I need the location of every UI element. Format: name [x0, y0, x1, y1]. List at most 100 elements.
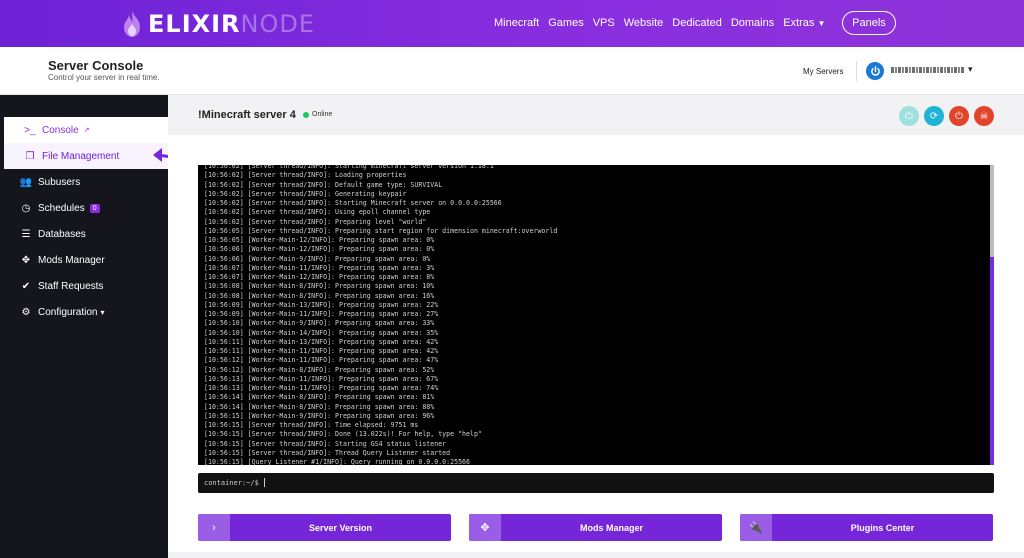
my-servers-link[interactable]: My Servers — [803, 67, 843, 76]
nav-link-extras[interactable]: Extras ▼ — [783, 17, 825, 29]
puzzle-icon: ✥ — [469, 514, 501, 541]
console-line: [10:56:14] [Worker-Main-8/INFO]: Prepari… — [204, 402, 435, 411]
console-line: [10:56:15] [Server thread/INFO]: Startin… — [204, 439, 447, 448]
plugins-center-label: Plugins Center — [850, 522, 915, 533]
nav-link-domains[interactable]: Domains — [731, 17, 774, 29]
page-header: Server Console Control your server in re… — [0, 47, 1024, 95]
external-link-icon: ↗ — [83, 127, 90, 134]
plugins-center-button[interactable]: 🔌 Plugins Center — [740, 514, 993, 541]
console-line: [10:56:02] [Server thread/INFO]: Startin… — [204, 199, 502, 207]
schedules-count-badge: 0 — [89, 203, 100, 213]
sidebar-item-label: Configuration — [38, 306, 98, 318]
chevron-right-icon: › — [198, 514, 230, 541]
nav-links: Minecraft Games VPS Website Dedicated Do… — [494, 17, 825, 29]
stop-button[interactable]: ⏻ — [949, 106, 969, 126]
status-badge: Online — [303, 111, 332, 118]
puzzle-icon: ✥ — [21, 254, 31, 266]
console-line: [10:56:06] [Worker-Main-9/INFO]: Prepari… — [204, 254, 431, 263]
mods-manager-label: Mods Manager — [579, 522, 643, 533]
files-icon: ❐ — [25, 150, 35, 162]
console-line: [10:56:15] [Server thread/INFO]: Thread … — [204, 448, 451, 457]
console-line: [10:56:02] [Server thread/INFO]: Generat… — [204, 189, 407, 198]
console-line: [10:56:07] [Worker-Main-11/INFO]: Prepar… — [204, 263, 435, 272]
console-line: [10:56:02] [Server thread/INFO]: Loading… — [204, 171, 407, 180]
console-line: [10:56:12] [Worker-Main-11/INFO]: Prepar… — [204, 356, 439, 365]
sidebar-item-configuration[interactable]: ⚙ Configuration ▾ — [0, 299, 168, 325]
nav-link-games[interactable]: Games — [548, 17, 583, 29]
bottom-strip — [168, 552, 1024, 558]
sidebar-item-console[interactable]: >_ Console ↗ — [4, 117, 168, 143]
console-line: [10:56:05] [Server thread/INFO]: Prepari… — [204, 226, 558, 235]
kill-button[interactable]: ☠ — [974, 106, 994, 126]
command-input[interactable]: container:~/$ — [198, 473, 994, 493]
sidebar-item-label: Schedules — [38, 202, 85, 214]
status-dot — [303, 111, 309, 118]
nav-link-minecraft[interactable]: Minecraft — [494, 17, 539, 29]
console-scrollbar-thumb[interactable] — [990, 257, 994, 465]
user-menu-chevron-icon[interactable]: ▾ — [968, 64, 973, 75]
chevron-down-icon: ▾ — [100, 307, 105, 317]
console-line: [10:56:02] [Server thread/INFO]: Using e… — [204, 208, 431, 217]
restart-button[interactable]: ⟳ — [924, 106, 944, 126]
terminal-icon: >_ — [24, 124, 36, 136]
console-line: [10:56:05] [Worker-Main-12/INFO]: Prepar… — [204, 236, 435, 244]
nav-link-website[interactable]: Website — [624, 17, 664, 29]
console-line: [10:56:15] [Query Listener #1/INFO]: Que… — [204, 458, 470, 465]
console-line: [10:56:08] [Worker-Main-8/INFO]: Prepari… — [204, 282, 435, 291]
server-version-label: Server Version — [308, 522, 373, 533]
sidebar-item-databases[interactable]: ☰ Databases — [0, 221, 168, 247]
nav-link-dedicated[interactable]: Dedicated — [672, 17, 722, 29]
sidebar-item-label: Mods Manager — [38, 254, 105, 266]
brand-logo[interactable]: ELIXIR NODE — [120, 9, 315, 39]
console-line: [10:56:09] [Worker-Main-13/INFO]: Prepar… — [204, 300, 439, 309]
sidebar-item-label: Subusers — [38, 176, 81, 188]
status-text: Online — [312, 111, 333, 118]
console-line: [10:56:14] [Worker-Main-8/INFO]: Prepari… — [204, 393, 435, 402]
brand-name-light: NODE — [240, 10, 316, 38]
user-name-redacted[interactable] — [891, 67, 965, 73]
console-line: [10:56:13] [Worker-Main-11/INFO]: Prepar… — [204, 374, 439, 383]
sidebar-item-subusers[interactable]: 👥 Subusers — [0, 169, 168, 195]
page-title: Server Console — [48, 58, 144, 73]
page-subtitle: Control your server in real time. — [48, 73, 160, 82]
sidebar-item-mods-manager[interactable]: ✥ Mods Manager — [0, 247, 168, 273]
flame-logo-icon — [124, 11, 140, 37]
text-cursor — [264, 478, 265, 487]
check-icon: ✔ — [21, 280, 31, 292]
user-avatar[interactable] — [866, 62, 884, 80]
console-line: [10:56:07] [Worker-Main-12/INFO]: Prepar… — [204, 273, 435, 281]
console-line: [10:56:06] [Worker-Main-12/INFO]: Prepar… — [204, 245, 435, 254]
sidebar-item-file-management[interactable]: ❐ File Management — [4, 143, 168, 169]
console-output[interactable]: [10:56:02] [Server thread/INFO]: Startin… — [198, 165, 994, 465]
start-button[interactable]: ⏻ — [899, 106, 919, 126]
sidebar-item-label: File Management — [42, 150, 120, 162]
stop-icon: ⏻ — [955, 110, 963, 122]
nav-link-vps[interactable]: VPS — [593, 17, 615, 29]
sidebar-item-label: Databases — [38, 228, 86, 240]
console-line: [10:56:15] [Server thread/INFO]: Time el… — [204, 421, 419, 429]
console-line: [10:56:13] [Worker-Main-11/INFO]: Prepar… — [204, 384, 439, 392]
console-line: [10:56:11] [Worker-Main-11/INFO]: Prepar… — [204, 347, 439, 355]
brand-name-bold: ELIXIR — [148, 10, 241, 38]
database-icon: ☰ — [21, 228, 31, 240]
nav-link-extras-label: Extras — [783, 17, 815, 29]
sidebar-item-label: Console — [42, 124, 79, 136]
sidebar-item-label: Staff Requests — [38, 280, 104, 292]
console-line: [10:56:08] [Worker-Main-8/INFO]: Prepari… — [204, 291, 435, 300]
console-line: [10:56:10] [Worker-Main-14/INFO]: Prepar… — [204, 328, 439, 337]
command-prompt: container:~/$ — [204, 479, 259, 487]
server-version-button[interactable]: › Server Version — [198, 514, 451, 541]
console-line: [10:56:02] [Server thread/INFO]: Prepari… — [204, 217, 427, 226]
console-line: [10:56:10] [Worker-Main-9/INFO]: Prepari… — [204, 319, 435, 328]
sidebar-item-staff-requests[interactable]: ✔ Staff Requests — [0, 273, 168, 299]
console-line: [10:56:15] [Worker-Main-9/INFO]: Prepari… — [204, 411, 435, 420]
header-divider — [856, 61, 857, 81]
console-lines: [10:56:02] [Server thread/INFO]: Startin… — [204, 165, 984, 465]
sidebar-item-schedules[interactable]: ◷ Schedules 0 — [0, 195, 168, 221]
clock-icon: ◷ — [21, 202, 31, 214]
top-nav: ELIXIR NODE Minecraft Games VPS Website D… — [0, 0, 1024, 47]
server-bar: !Minecraft server 4 Online ⏻ ⟳ ⏻ ☠ — [168, 95, 1024, 135]
console-line: [10:56:11] [Worker-Main-13/INFO]: Prepar… — [204, 337, 439, 346]
mods-manager-button[interactable]: ✥ Mods Manager — [469, 514, 722, 541]
panels-button[interactable]: Panels — [842, 11, 896, 35]
